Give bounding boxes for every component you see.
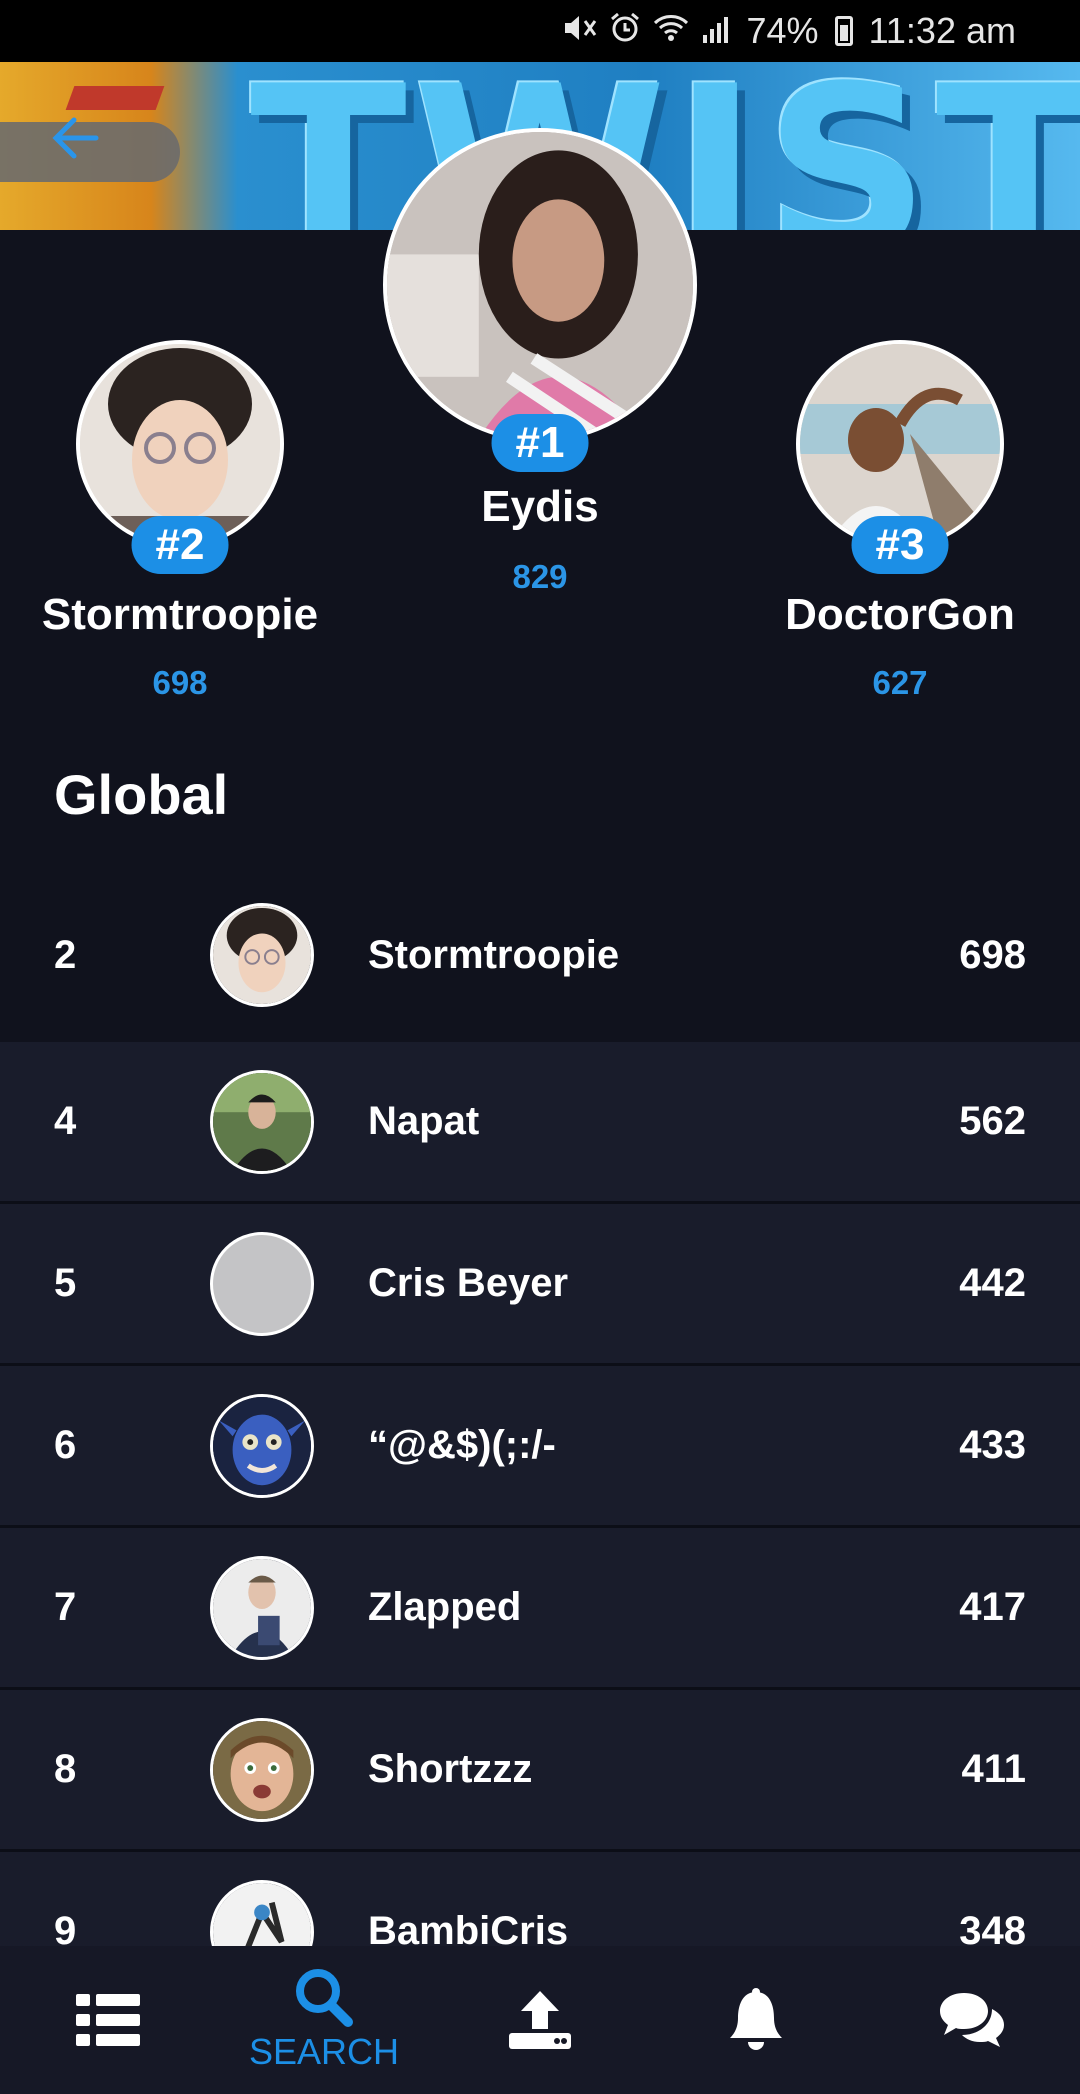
bottom-navigation: SEARCH bbox=[0, 1946, 1080, 2094]
list-item[interactable]: 7 Zlapped 417 bbox=[0, 1528, 1080, 1690]
list-item-current-user[interactable]: 2 Stormtroopie 698 bbox=[0, 868, 1080, 1042]
nav-upload[interactable] bbox=[440, 1946, 640, 2094]
banner-decoration bbox=[65, 86, 165, 110]
podium-second[interactable]: #2 Stormtroopie 698 bbox=[30, 340, 330, 702]
player-score: 627 bbox=[872, 664, 928, 701]
mute-icon bbox=[563, 10, 597, 52]
clock: 11:32 am bbox=[868, 10, 1016, 51]
avatar bbox=[383, 128, 697, 442]
rank-number: 4 bbox=[54, 1099, 77, 1143]
rank-number: 6 bbox=[54, 1423, 77, 1467]
leaderboard-list[interactable]: 2 Stormtroopie 698 4 Napat 562 5 Cris Be… bbox=[0, 868, 1080, 1946]
status-bar: 74% 11:32 am bbox=[0, 0, 1080, 62]
player-name: DoctorGon bbox=[785, 590, 1015, 639]
player-name: Stormtroopie bbox=[368, 932, 620, 977]
avatar bbox=[210, 1879, 314, 1946]
avatar bbox=[210, 1231, 314, 1336]
player-score: 417 bbox=[959, 1585, 1026, 1629]
avatar bbox=[210, 1069, 314, 1174]
nav-messages[interactable] bbox=[872, 1946, 1072, 2094]
player-score: 411 bbox=[961, 1747, 1026, 1791]
arrow-left-icon bbox=[52, 117, 99, 159]
list-icon bbox=[76, 1994, 140, 2046]
bell-icon bbox=[730, 1988, 782, 2050]
rank-badge: #3 bbox=[851, 516, 949, 574]
player-score: 698 bbox=[959, 932, 1026, 977]
player-score: 829 bbox=[512, 558, 568, 595]
avatar bbox=[210, 1717, 314, 1822]
player-name: Eydis bbox=[481, 482, 599, 531]
search-icon bbox=[296, 1969, 353, 2027]
player-name: “@&$)(;:/- bbox=[368, 1423, 556, 1467]
podium-third[interactable]: #3 DoctorGon 627 bbox=[750, 340, 1050, 702]
list-item[interactable]: 4 Napat 562 bbox=[0, 1042, 1080, 1204]
player-name: Stormtroopie bbox=[41, 590, 319, 639]
list-item[interactable]: 6 “@&$)(;:/- 433 bbox=[0, 1366, 1080, 1528]
player-score: 442 bbox=[959, 1261, 1026, 1305]
list-item[interactable]: 8 Shortzzz 411 bbox=[0, 1690, 1080, 1852]
alarm-icon bbox=[609, 10, 641, 52]
player-name: Zlapped bbox=[368, 1585, 522, 1629]
back-button[interactable] bbox=[40, 108, 110, 168]
list-item[interactable]: 9 BambiCris 348 bbox=[0, 1852, 1080, 1946]
rank-number: 5 bbox=[54, 1261, 77, 1305]
player-name: BambiCris bbox=[368, 1909, 569, 1946]
rank-number: 8 bbox=[54, 1747, 77, 1791]
rank-badge: #1 bbox=[491, 414, 589, 472]
rank-number: 9 bbox=[54, 1909, 77, 1946]
upload-icon bbox=[509, 1991, 571, 2049]
nav-search-label: SEARCH bbox=[248, 2031, 400, 2072]
player-score: 433 bbox=[959, 1423, 1026, 1467]
rank-number: 7 bbox=[54, 1585, 77, 1629]
player-name: Shortzzz bbox=[368, 1747, 533, 1791]
nav-search[interactable]: SEARCH bbox=[224, 1946, 424, 2094]
chat-icon bbox=[940, 1993, 1004, 2047]
rank-number: 2 bbox=[54, 932, 77, 977]
battery-percentage: 74% bbox=[746, 10, 819, 51]
podium: #2 Stormtroopie 698 #1 Eydis 829 #3 Doct… bbox=[0, 128, 1080, 710]
rank-badge: #2 bbox=[131, 516, 229, 574]
nav-feed[interactable] bbox=[8, 1946, 208, 2094]
player-score: 698 bbox=[152, 664, 208, 701]
player-score: 348 bbox=[959, 1909, 1026, 1946]
player-score: 562 bbox=[959, 1099, 1026, 1143]
avatar bbox=[210, 903, 314, 1007]
list-item[interactable]: 5 Cris Beyer 442 bbox=[0, 1204, 1080, 1366]
battery-icon bbox=[834, 16, 853, 46]
signal-icon bbox=[701, 10, 731, 52]
section-title: Global bbox=[54, 763, 229, 826]
podium-first[interactable]: #1 Eydis 829 bbox=[380, 128, 700, 596]
avatar bbox=[210, 1555, 314, 1660]
player-name: Napat bbox=[368, 1099, 480, 1143]
player-name: Cris Beyer bbox=[368, 1261, 569, 1305]
avatar bbox=[210, 1393, 314, 1498]
nav-notifications[interactable] bbox=[656, 1946, 856, 2094]
wifi-icon bbox=[653, 10, 689, 52]
